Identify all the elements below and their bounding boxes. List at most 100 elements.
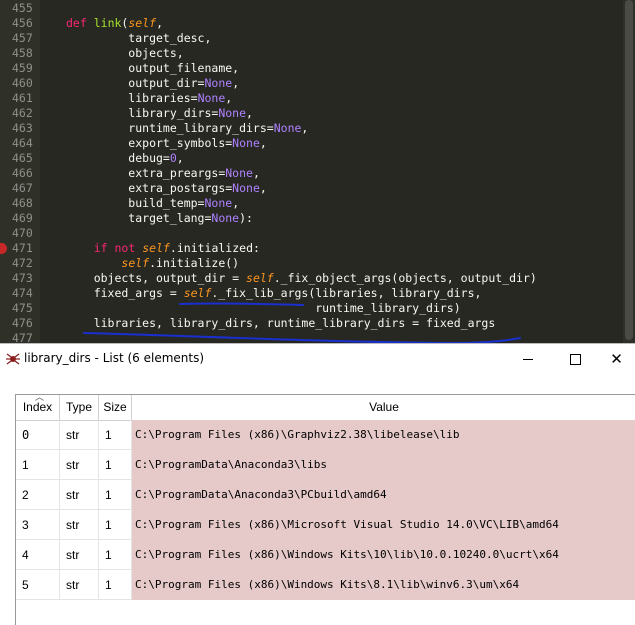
line-number: 464 <box>12 136 33 150</box>
table-row[interactable]: 2 str 1 C:\ProgramData\Anaconda3\PCbuild\am… <box>16 480 635 510</box>
code-text: output_dir=None, <box>66 76 240 90</box>
line-number: 468 <box>12 196 33 210</box>
code-text: build_temp=None, <box>66 196 240 210</box>
cell-size: 1 <box>99 570 132 600</box>
code-line[interactable]: 455 <box>0 1 635 16</box>
code-line[interactable]: 474 fixed_args = self._fix_lib_args(libr… <box>0 286 635 301</box>
code-line[interactable]: 462 library_dirs=None, <box>0 106 635 121</box>
code-line[interactable]: 456 def link(self, <box>0 16 635 31</box>
code-line[interactable]: 476 libraries, library_dirs, runtime_lib… <box>0 316 635 331</box>
table-row[interactable]: 1 str 1 C:\ProgramData\Anaconda3\libs <box>16 450 635 480</box>
code-text: if not self.initialized: <box>93 241 260 255</box>
table-header: ︿ Index Type Size Value <box>16 395 635 421</box>
code-line[interactable]: 472 self.initialize() <box>0 256 635 271</box>
table-row[interactable]: 4 str 1 C:\Program Files (x86)\Windows Kits… <box>16 540 635 570</box>
cell-type: str <box>60 540 99 570</box>
sort-ascending-icon: ︿ <box>35 394 45 402</box>
dialog-titlebar[interactable]: library_dirs - List (6 elements) ✕ <box>0 344 635 374</box>
editor-scrollbar-thumb[interactable] <box>625 0 633 340</box>
code-line[interactable]: 473 objects, output_dir = self._fix_obje… <box>0 271 635 286</box>
cell-index: 4 <box>16 540 60 570</box>
spider-app-icon <box>6 353 20 365</box>
code-line[interactable]: 463 runtime_library_dirs=None, <box>0 121 635 136</box>
code-text: extra_postargs=None, <box>66 181 267 195</box>
code-line[interactable]: 477 <box>0 331 635 343</box>
code-text: libraries=None, <box>66 91 233 105</box>
cell-index: 1 <box>16 450 60 480</box>
maximize-button[interactable] <box>552 344 598 374</box>
cell-type: str <box>60 450 99 480</box>
line-number: 458 <box>12 46 33 60</box>
line-number: 457 <box>12 31 33 45</box>
line-number: 459 <box>12 61 33 75</box>
line-number: 472 <box>12 256 33 270</box>
line-number: 477 <box>12 331 33 343</box>
close-button[interactable]: ✕ <box>598 344 635 374</box>
line-number: 473 <box>12 271 33 285</box>
cell-type: str <box>60 510 99 540</box>
cell-index: 2 <box>16 480 60 510</box>
line-number: 456 <box>12 16 33 30</box>
code-text: runtime_library_dirs) <box>66 301 461 315</box>
column-header-index[interactable]: ︿ Index <box>16 395 60 420</box>
line-number: 476 <box>12 316 33 330</box>
code-line[interactable]: 464 export_symbols=None, <box>0 136 635 151</box>
cell-index: 0 <box>16 420 60 450</box>
code-line[interactable]: 475 runtime_library_dirs) <box>0 301 635 316</box>
code-line[interactable]: 469 target_lang=None): <box>0 211 635 226</box>
code-line[interactable]: 467 extra_postargs=None, <box>0 181 635 196</box>
column-header-size[interactable]: Size <box>99 395 132 420</box>
line-number: 469 <box>12 211 33 225</box>
code-line[interactable]: 466 extra_preargs=None, <box>0 166 635 181</box>
cell-index: 5 <box>16 570 60 600</box>
code-line[interactable]: 465 debug=0, <box>0 151 635 166</box>
code-line[interactable]: 457 target_desc, <box>0 31 635 46</box>
minimize-icon <box>523 358 533 360</box>
cell-value[interactable]: C:\ProgramData\Anaconda3\libs <box>132 450 635 480</box>
code-line[interactable]: 458 objects, <box>0 46 635 61</box>
line-number: 455 <box>12 1 33 15</box>
cell-index: 3 <box>16 510 60 540</box>
column-header-index-label: Index <box>22 400 53 414</box>
line-number: 463 <box>12 121 33 135</box>
code-line[interactable]: 461 libraries=None, <box>0 91 635 106</box>
cell-value[interactable]: C:\Program Files (x86)\Windows Kits\10\l… <box>132 540 635 570</box>
code-editor[interactable]: 455 456 def link(self, 457 target_desc, 458 … <box>0 0 635 343</box>
line-number: 470 <box>12 226 33 240</box>
code-text: objects, output_dir = self._fix_object_a… <box>66 271 537 285</box>
table-row[interactable]: 0 str 1 C:\Program Files (x86)\Graphviz2.38… <box>16 420 635 450</box>
code-text: self.initialize() <box>121 256 240 270</box>
cell-value[interactable]: C:\Program Files (x86)\Graphviz2.38\libe… <box>132 420 635 450</box>
code-line[interactable]: 468 build_temp=None, <box>0 196 635 211</box>
close-icon: ✕ <box>610 349 623 368</box>
code-line[interactable]: 470 <box>0 226 635 241</box>
cell-type: str <box>60 480 99 510</box>
maximize-icon <box>569 353 581 365</box>
table-row[interactable]: 5 str 1 C:\Program Files (x86)\Windows Kits… <box>16 570 635 600</box>
line-number: 461 <box>12 91 33 105</box>
code-text: objects, <box>66 46 184 60</box>
line-number: 460 <box>12 76 33 90</box>
code-line[interactable]: 459 output_filename, <box>0 61 635 76</box>
column-header-value[interactable]: Value <box>132 395 635 420</box>
cell-size: 1 <box>99 540 132 570</box>
line-number: 466 <box>12 166 33 180</box>
cell-value[interactable]: C:\ProgramData\Anaconda3\PCbuild\amd64 <box>132 480 635 510</box>
table-row[interactable]: 3 str 1 C:\Program Files (x86)\Microsoft Vi… <box>16 510 635 540</box>
cell-value[interactable]: C:\Program Files (x86)\Windows Kits\8.1\… <box>132 570 635 600</box>
editor-scrollbar[interactable] <box>623 0 635 343</box>
breakpoint-icon[interactable] <box>0 243 7 254</box>
list-table[interactable]: ︿ Index Type Size Value 0 str 1 C:\Program … <box>15 394 635 625</box>
code-text: output_filename, <box>66 61 240 75</box>
column-header-type[interactable]: Type <box>60 395 99 420</box>
cell-value[interactable]: C:\Program Files (x86)\Microsoft Visual … <box>132 510 635 540</box>
code-line[interactable]: 471 if not self.initialized: <box>0 241 635 256</box>
line-number: 462 <box>12 106 33 120</box>
line-number: 467 <box>12 181 33 195</box>
cell-type: str <box>60 570 99 600</box>
code-line[interactable]: 460 output_dir=None, <box>0 76 635 91</box>
cell-size: 1 <box>99 510 132 540</box>
minimize-button[interactable] <box>505 344 551 374</box>
code-text: debug=0, <box>66 151 184 165</box>
line-number: 471 <box>12 241 33 255</box>
